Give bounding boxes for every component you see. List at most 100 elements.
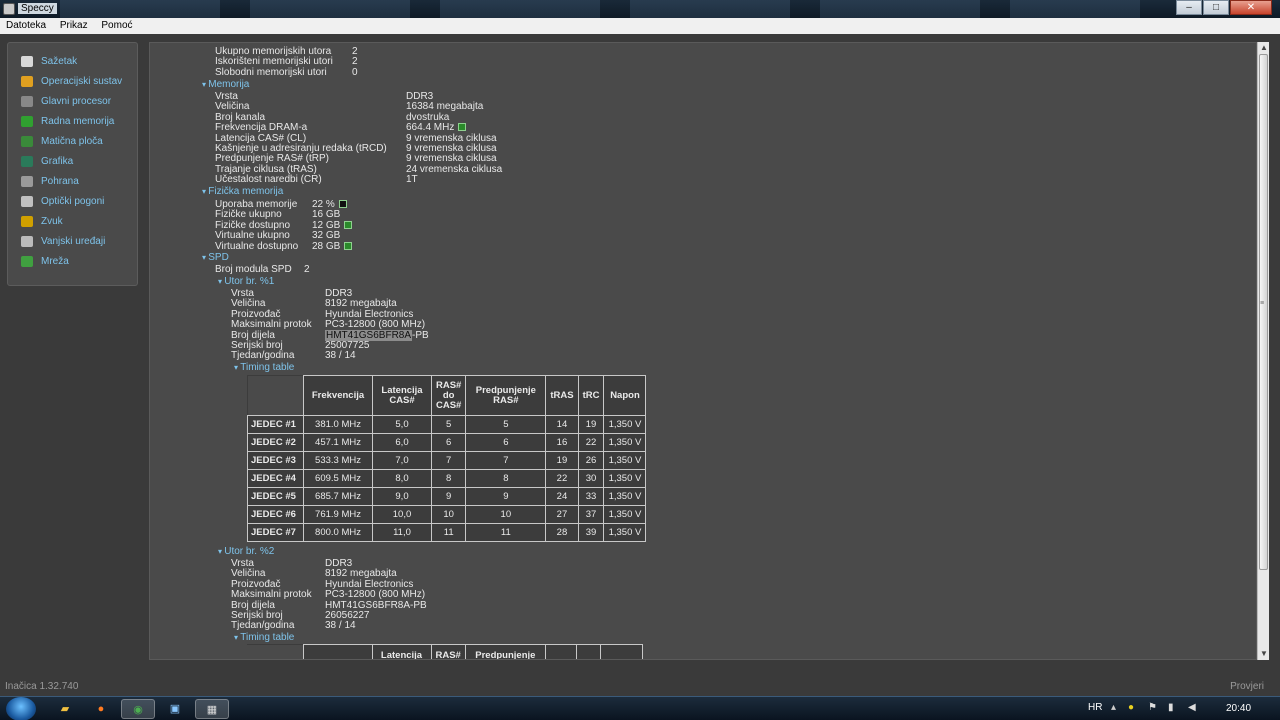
property-value: 38 / 14 [325, 621, 356, 631]
timing-header-cell: Frekvencija [303, 375, 373, 416]
timing-cell: 5 [465, 415, 547, 434]
sidebar-item[interactable]: Pohrana [8, 171, 137, 191]
table-row: JEDEC #5 685.7 MHz 9,0 9 9 24 33 1,350 V [247, 487, 647, 506]
property-label: Fizičke ukupno [215, 209, 282, 221]
timing-table: Frekvencija Latencija CAS# RAS# do CAS# Pre… [247, 375, 647, 542]
value-text: 28 GB [312, 240, 341, 252]
timing-cell: 16 [545, 433, 579, 452]
value-text: 9 vremenska ciklusa [406, 143, 497, 154]
maximize-button[interactable]: □ [1203, 0, 1229, 15]
timing-row-header: JEDEC #6 [247, 505, 304, 524]
timing-cell: 381.0 MHz [303, 415, 373, 434]
timing-header-cell: RAS# do CAS# [430, 375, 467, 416]
timing-cell: 10,0 [372, 505, 432, 524]
section-timing-table-2[interactable]: Timing table [234, 633, 294, 643]
speccy-taskbar-icon[interactable]: ▦ [195, 699, 229, 719]
section-physical-memory[interactable]: Fizička memorija [202, 187, 283, 197]
property-value: 28 GB [312, 240, 353, 252]
network-app-icon[interactable]: ▣ [158, 699, 192, 719]
timing-cell: 28 [545, 523, 579, 542]
timing-cell: 1,350 V [603, 469, 647, 488]
sidebar-item[interactable]: Sažetak [8, 51, 137, 71]
value-text: Hyundai Electronics [325, 578, 414, 590]
sidebar-item[interactable]: Grafika [8, 151, 137, 171]
timing-header-cell: Latencija CAS# [372, 375, 432, 416]
window-controls: – □ ✕ [1175, 0, 1272, 15]
timing-row-header: JEDEC #7 [247, 523, 304, 542]
timing-table: Latencija RAS# Predpunjenje [247, 644, 643, 659]
property-label: Veličina [231, 568, 266, 580]
menu-file[interactable]: Datoteka [0, 18, 51, 31]
value-text: 9 vremenska ciklusa [406, 153, 497, 165]
spd-module-count-value: 2 [304, 264, 310, 275]
summary-icon [21, 55, 33, 67]
section-slot-1[interactable]: Utor br. %1 [218, 277, 274, 287]
timing-cell: 6 [430, 433, 467, 452]
timing-header-cell: Latencija [371, 644, 432, 659]
tray-app-icon[interactable]: ● [1128, 702, 1134, 713]
selected-text[interactable]: HMT41GS6BFR8A [325, 329, 413, 341]
timing-header-cell [599, 644, 643, 659]
table-row: JEDEC #4 609.5 MHz 8,0 8 8 22 30 1,350 V [247, 469, 647, 488]
sidebar-item-label: Vanjski uređaji [41, 235, 106, 247]
property-label: Virtualne ukupno [215, 230, 290, 242]
network-signal-icon[interactable]: ▮ [1168, 702, 1174, 713]
vertical-scrollbar[interactable]: ▲ ≡ ▼ [1257, 42, 1269, 660]
timing-header-row: Frekvencija Latencija CAS# RAS# do CAS# Pre… [247, 375, 647, 416]
volume-icon[interactable]: ◀ [1188, 702, 1196, 713]
timing-corner-cell [247, 375, 304, 416]
timing-cell: 761.9 MHz [303, 505, 373, 524]
value-text: 9 vremenska ciklusa [406, 132, 497, 144]
section-slot-2[interactable]: Utor br. %2 [218, 547, 274, 557]
timing-cell: 1,350 V [603, 433, 647, 452]
sidebar-item[interactable]: Operacijski sustav [8, 71, 137, 91]
timing-cell: 1,350 V [603, 451, 647, 470]
value-text: PC3-12800 (800 MHz) [325, 319, 426, 331]
chrome-icon[interactable]: ◉ [121, 699, 155, 719]
timing-cell: 6,0 [372, 433, 432, 452]
sidebar-item-label: Optički pogoni [41, 195, 105, 207]
timing-cell: 22 [545, 469, 579, 488]
section-memory[interactable]: Memorija [202, 80, 249, 90]
timing-cell: 39 [577, 523, 605, 542]
sidebar-item[interactable]: Optički pogoni [8, 191, 137, 211]
action-center-icon[interactable]: ⚑ [1148, 702, 1157, 713]
language-indicator[interactable]: HR [1088, 702, 1102, 713]
timing-cell: 27 [545, 505, 579, 524]
value-text: 25007725 [325, 340, 370, 351]
value-text: 0 [352, 66, 358, 78]
table-row: JEDEC #3 533.3 MHz 7,0 7 7 19 26 1,350 V [247, 451, 647, 470]
value-text: DDR3 [325, 288, 353, 299]
clock[interactable]: 20:40 [1226, 703, 1251, 714]
scroll-down-arrow-icon[interactable]: ▼ [1258, 648, 1270, 660]
timing-cell: 1,350 V [603, 523, 647, 542]
sidebar-item[interactable]: Zvuk [8, 211, 137, 231]
section-timing-table-1[interactable]: Timing table [234, 363, 294, 373]
scroll-thumb[interactable] [1259, 54, 1268, 570]
taskbar: ▰ ● ◉ ▣ ▦ HR ▴ ● ⚑ ▮ ◀ 20:40 [0, 696, 1280, 720]
file-explorer-icon[interactable]: ▰ [48, 699, 82, 719]
menu-help[interactable]: Pomoć [95, 18, 137, 31]
sidebar-item[interactable]: Radna memorija [8, 111, 137, 131]
minimize-button[interactable]: – [1176, 0, 1202, 15]
menu-view[interactable]: Prikaz [54, 18, 93, 31]
tray-expand-icon[interactable]: ▴ [1111, 702, 1116, 713]
sidebar-item[interactable]: Mreža [8, 251, 137, 271]
part-number-suffix: -PB [412, 329, 429, 341]
scroll-up-arrow-icon[interactable]: ▲ [1258, 42, 1270, 54]
sidebar-item-label: Sažetak [41, 55, 78, 67]
timing-cell: 9 [430, 487, 467, 506]
close-button[interactable]: ✕ [1230, 0, 1272, 15]
table-row: JEDEC #7 800.0 MHz 11,0 11 11 28 39 1,350 V [247, 523, 647, 542]
value-text: 38 / 14 [325, 620, 356, 632]
section-spd[interactable]: SPD [202, 253, 229, 263]
timing-row-header: JEDEC #4 [247, 469, 304, 488]
sidebar-item[interactable]: Glavni procesor [8, 91, 137, 111]
firefox-icon[interactable]: ● [84, 699, 118, 719]
sidebar-item[interactable]: Matična ploča [8, 131, 137, 151]
timing-cell: 9,0 [372, 487, 432, 506]
start-button[interactable] [6, 697, 36, 720]
speccy-app-icon[interactable] [3, 3, 15, 15]
check-updates-link[interactable]: Provjeri [1230, 681, 1264, 692]
sidebar-item[interactable]: Vanjski uređaji [8, 231, 137, 251]
